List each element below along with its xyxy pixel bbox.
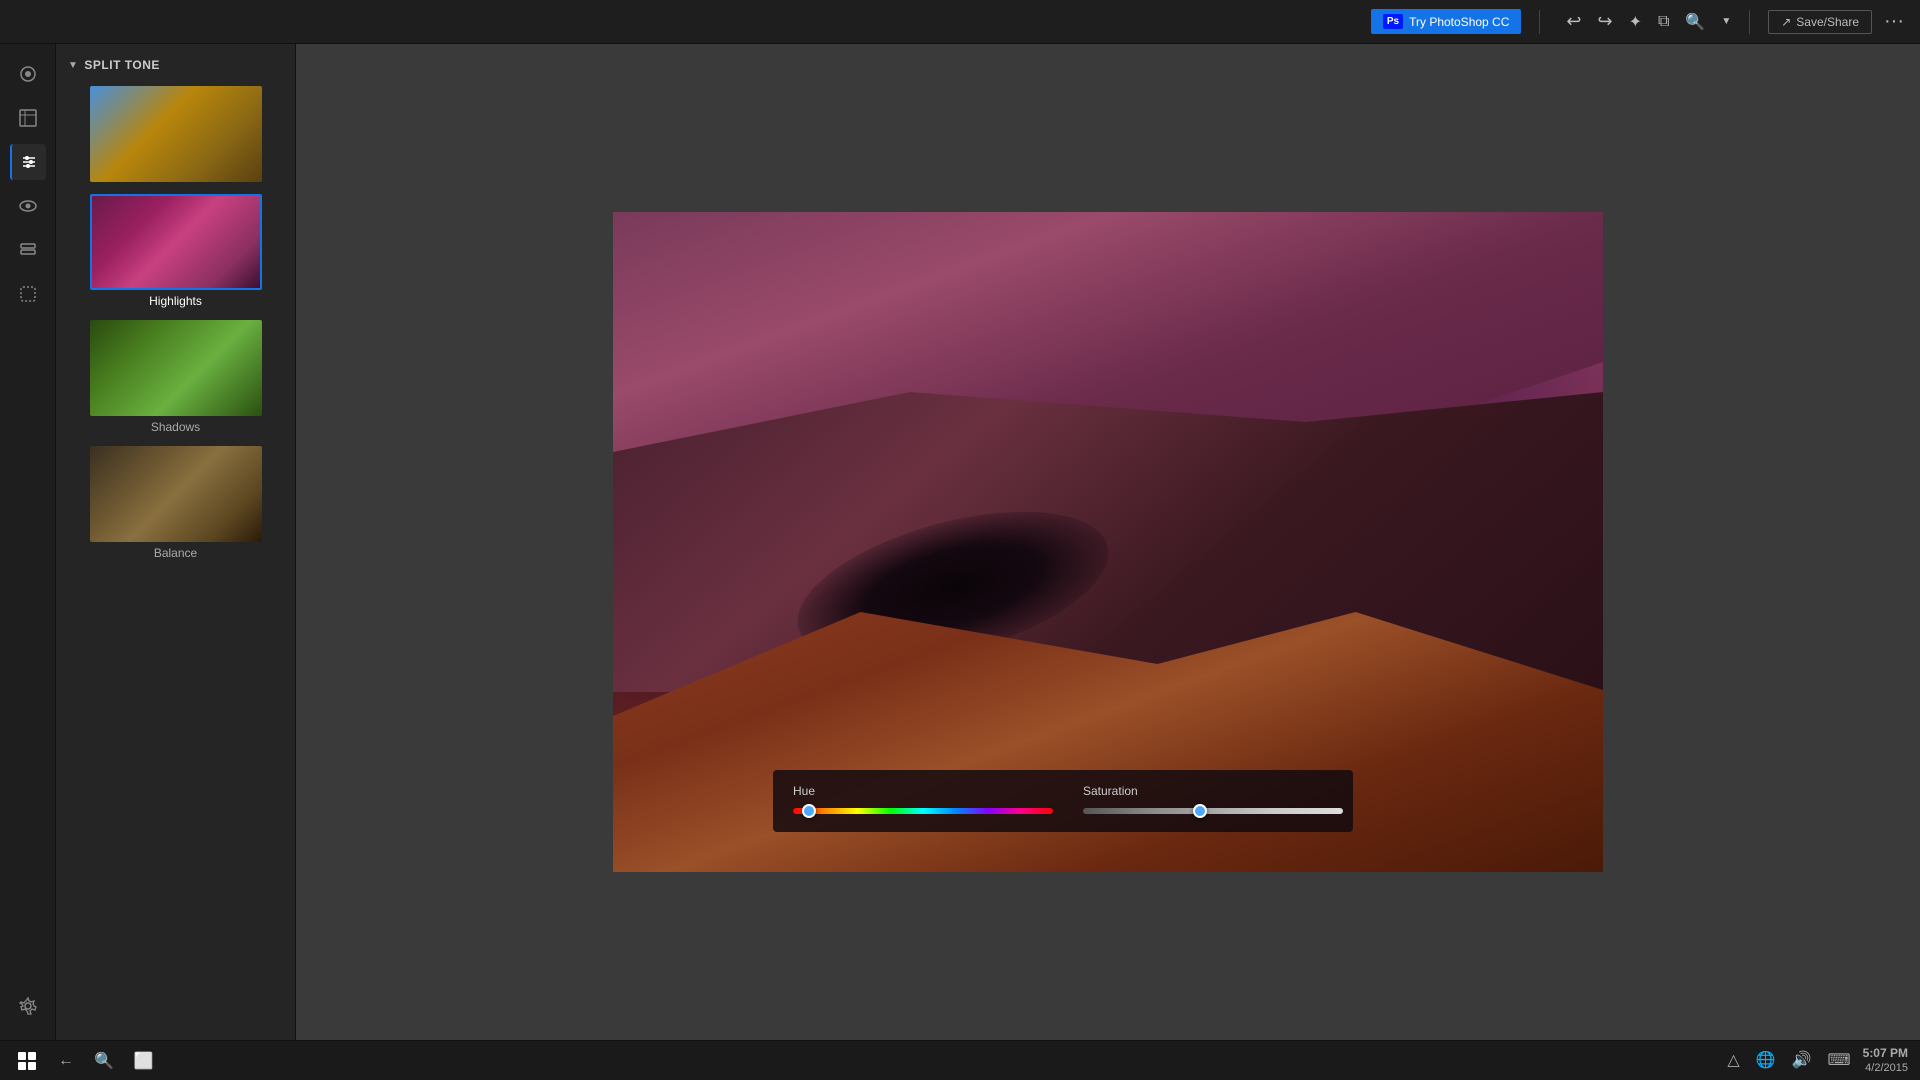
- hue-label: Hue: [793, 784, 1053, 798]
- save-share-label: Save/Share: [1796, 15, 1859, 29]
- hue-thumb[interactable]: [802, 804, 816, 818]
- volume-icon[interactable]: 🔊: [1788, 1046, 1816, 1074]
- back-button[interactable]: ←: [54, 1048, 78, 1074]
- thumb-bg-balance: [90, 446, 262, 542]
- windows-logo: [18, 1052, 36, 1070]
- eye-icon[interactable]: [10, 188, 46, 224]
- split-tone-panel: ▼ SPLIT TONE Highlights Shadows: [56, 44, 296, 1040]
- preset-thumb-highlights: [90, 194, 262, 290]
- ps-logo: Ps: [1383, 14, 1403, 29]
- try-btn-label: Try PhotoShop CC: [1409, 15, 1509, 29]
- search-button[interactable]: 🔍: [90, 1047, 118, 1075]
- topbar-actions: ↩ ↪ ✦ ⧉ 🔍 ▼: [1566, 11, 1731, 32]
- thumb-bg-highlights: [92, 196, 260, 288]
- preset-label-shadows: Shadows: [151, 420, 200, 434]
- zoom-icon[interactable]: 🔍: [1685, 12, 1705, 32]
- hue-slider-group: Hue: [793, 784, 1053, 814]
- network-icon[interactable]: 🌐: [1752, 1046, 1780, 1074]
- preset-shadows[interactable]: Shadows: [90, 320, 262, 434]
- saturation-slider-group: Saturation: [1083, 784, 1343, 814]
- thumb-bg-building: [90, 86, 262, 182]
- topbar-divider2: [1749, 10, 1750, 34]
- hue-saturation-overlay: Hue Saturation: [773, 770, 1353, 832]
- preset-balance[interactable]: Balance: [90, 446, 262, 560]
- layers-icon[interactable]: [10, 232, 46, 268]
- preset-thumb-balance: [90, 446, 262, 542]
- saturation-label: Saturation: [1083, 784, 1343, 798]
- sparkle-icon[interactable]: ✦: [1629, 12, 1642, 32]
- preset-label-highlights: Highlights: [149, 294, 202, 308]
- browse-icon[interactable]: [10, 56, 46, 92]
- date-display: 4/2/2015: [1863, 1061, 1908, 1075]
- undo-icon[interactable]: ↩: [1566, 11, 1581, 32]
- preset-building[interactable]: [90, 86, 262, 182]
- try-photoshop-button[interactable]: Ps Try PhotoShop CC: [1371, 9, 1522, 34]
- left-toolbar: [0, 44, 56, 1040]
- panel-title: SPLIT TONE: [84, 58, 159, 72]
- start-button[interactable]: [12, 1046, 42, 1076]
- zoom-dropdown-icon[interactable]: ▼: [1721, 16, 1731, 27]
- hue-track[interactable]: [793, 808, 1053, 814]
- taskbar-right: △ 🌐 🔊 ⌨ 5:07 PM 4/2/2015: [1723, 1046, 1908, 1076]
- save-share-button[interactable]: ↗ Save/Share: [1768, 10, 1872, 34]
- compare-icon[interactable]: ⧉: [1658, 13, 1669, 31]
- task-view-button[interactable]: ⬜: [130, 1047, 158, 1075]
- taskbar: ← 🔍 ⬜ △ 🌐 🔊 ⌨ 5:07 PM 4/2/2015: [0, 1040, 1920, 1080]
- keyboard-icon[interactable]: ⌨: [1824, 1046, 1855, 1074]
- preset-highlights[interactable]: Highlights: [90, 194, 262, 308]
- preset-thumb-shadows: [90, 320, 262, 416]
- main-canvas: Hue Saturation: [296, 44, 1920, 1040]
- preset-label-balance: Balance: [154, 546, 197, 560]
- share-icon: ↗: [1781, 15, 1791, 29]
- more-options-button[interactable]: ···: [1884, 10, 1904, 33]
- time-display: 5:07 PM: [1863, 1046, 1908, 1062]
- marquee-icon[interactable]: [10, 276, 46, 312]
- crop-icon[interactable]: [10, 100, 46, 136]
- thumb-bg-shadows: [90, 320, 262, 416]
- notification-icon[interactable]: △: [1723, 1046, 1743, 1074]
- photo-container: Hue Saturation: [613, 212, 1603, 872]
- saturation-track[interactable]: [1083, 808, 1343, 814]
- panel-collapse-arrow[interactable]: ▼: [68, 60, 78, 71]
- preset-thumb-building: [90, 86, 262, 182]
- adjust-icon[interactable]: [10, 144, 46, 180]
- topbar: Ps Try PhotoShop CC ↩ ↪ ✦ ⧉ 🔍 ▼ ↗ Save/S…: [0, 0, 1920, 44]
- redo-icon[interactable]: ↪: [1597, 11, 1612, 32]
- saturation-thumb[interactable]: [1193, 804, 1207, 818]
- preset-grid: Highlights Shadows Balance: [56, 82, 295, 576]
- panel-header[interactable]: ▼ SPLIT TONE: [56, 44, 295, 82]
- taskbar-time[interactable]: 5:07 PM 4/2/2015: [1863, 1046, 1908, 1076]
- settings-icon[interactable]: [10, 988, 46, 1024]
- topbar-divider: [1539, 10, 1540, 34]
